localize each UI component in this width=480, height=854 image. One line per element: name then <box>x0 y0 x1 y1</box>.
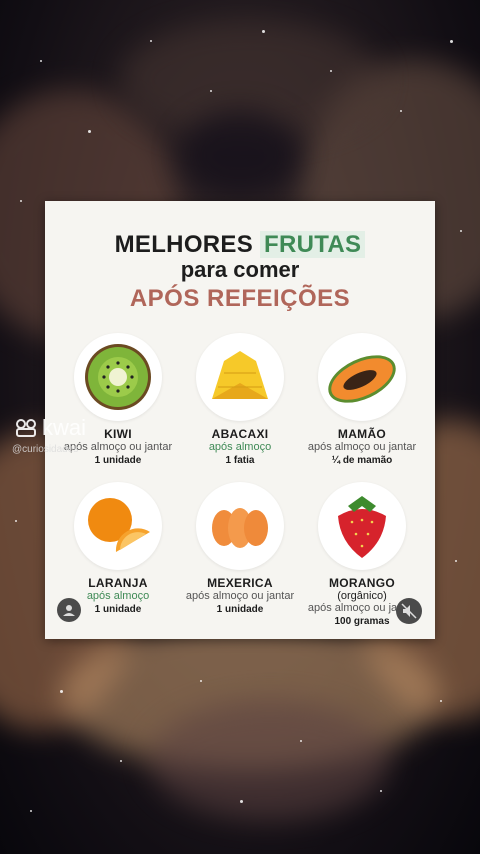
fruit-name: ABACAXI <box>211 427 269 441</box>
fruit-quantity: 1 fatia <box>225 455 255 466</box>
tangerine-icon <box>196 482 284 570</box>
user-icon[interactable] <box>57 598 81 622</box>
fruit-quantity: 1 unidade <box>94 455 142 466</box>
fruit-infographic-card: MELHORES FRUTAS para comer APÓS REFEIÇÕE… <box>45 201 435 639</box>
fruit-item-mexerica: MEXERICA após almoço ou jantar 1 unidade <box>180 482 300 615</box>
kiwi-icon <box>74 333 162 421</box>
strawberry-icon <box>318 482 406 570</box>
card-title: MELHORES FRUTAS <box>45 231 435 259</box>
kwai-logo-icon <box>16 419 36 437</box>
fruit-name: MAMÃO <box>337 427 387 441</box>
fruit-timing: após almoço ou jantar <box>307 441 417 453</box>
fruit-item-mamao: MAMÃO após almoço ou jantar ¼ de mamão <box>302 333 422 466</box>
pineapple-icon <box>196 333 284 421</box>
card-heading: APÓS REFEIÇÕES <box>129 285 351 312</box>
title-highlight: FRUTAS <box>260 231 366 258</box>
kwai-brand: kwai <box>42 415 87 440</box>
kwai-username: @curiosidades <box>12 444 79 455</box>
orange-icon <box>74 482 162 570</box>
fruit-quantity: 1 unidade <box>216 604 264 615</box>
fruit-timing: após almoço ou jantar <box>185 590 295 602</box>
papaya-icon <box>318 333 406 421</box>
fruit-quantity: ¼ de mamão <box>331 455 393 466</box>
fruit-timing: após almoço <box>208 441 272 453</box>
fruit-item-laranja: LARANJA após almoço 1 unidade <box>58 482 178 615</box>
speaker-muted-icon[interactable] <box>396 598 422 624</box>
kwai-watermark: kwai <box>14 415 86 441</box>
fruit-item-abacaxi: ABACAXI após almoço 1 fatia <box>180 333 300 466</box>
title-part1: MELHORES <box>114 231 254 258</box>
fruit-name: MORANGO <box>328 576 396 590</box>
fruit-name: LARANJA <box>88 576 148 590</box>
card-subtitle: para comer <box>180 257 300 282</box>
fruit-name: MEXERICA <box>207 576 273 590</box>
